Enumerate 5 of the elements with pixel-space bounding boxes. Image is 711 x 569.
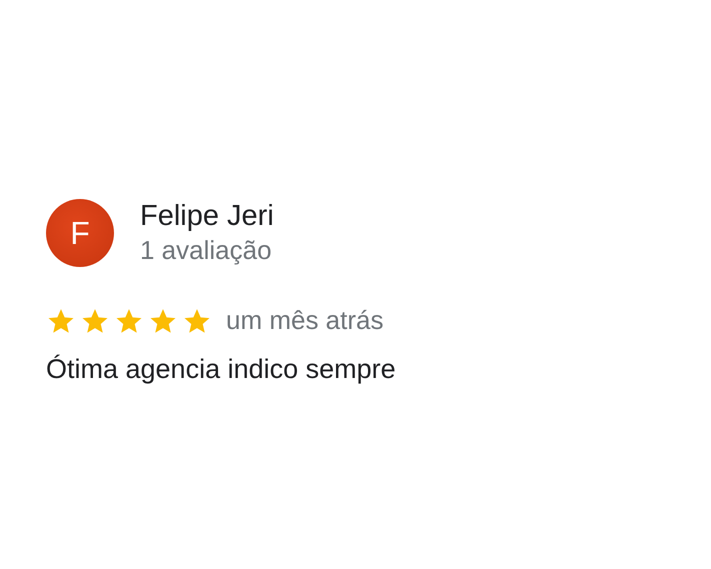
avatar: F: [46, 199, 114, 267]
review-time: um mês atrás: [226, 305, 384, 336]
reviewer-name: Felipe Jeri: [140, 200, 274, 233]
review-text: Ótima agencia indico sempre: [46, 354, 397, 385]
review-count: 1 avaliação: [140, 235, 273, 266]
